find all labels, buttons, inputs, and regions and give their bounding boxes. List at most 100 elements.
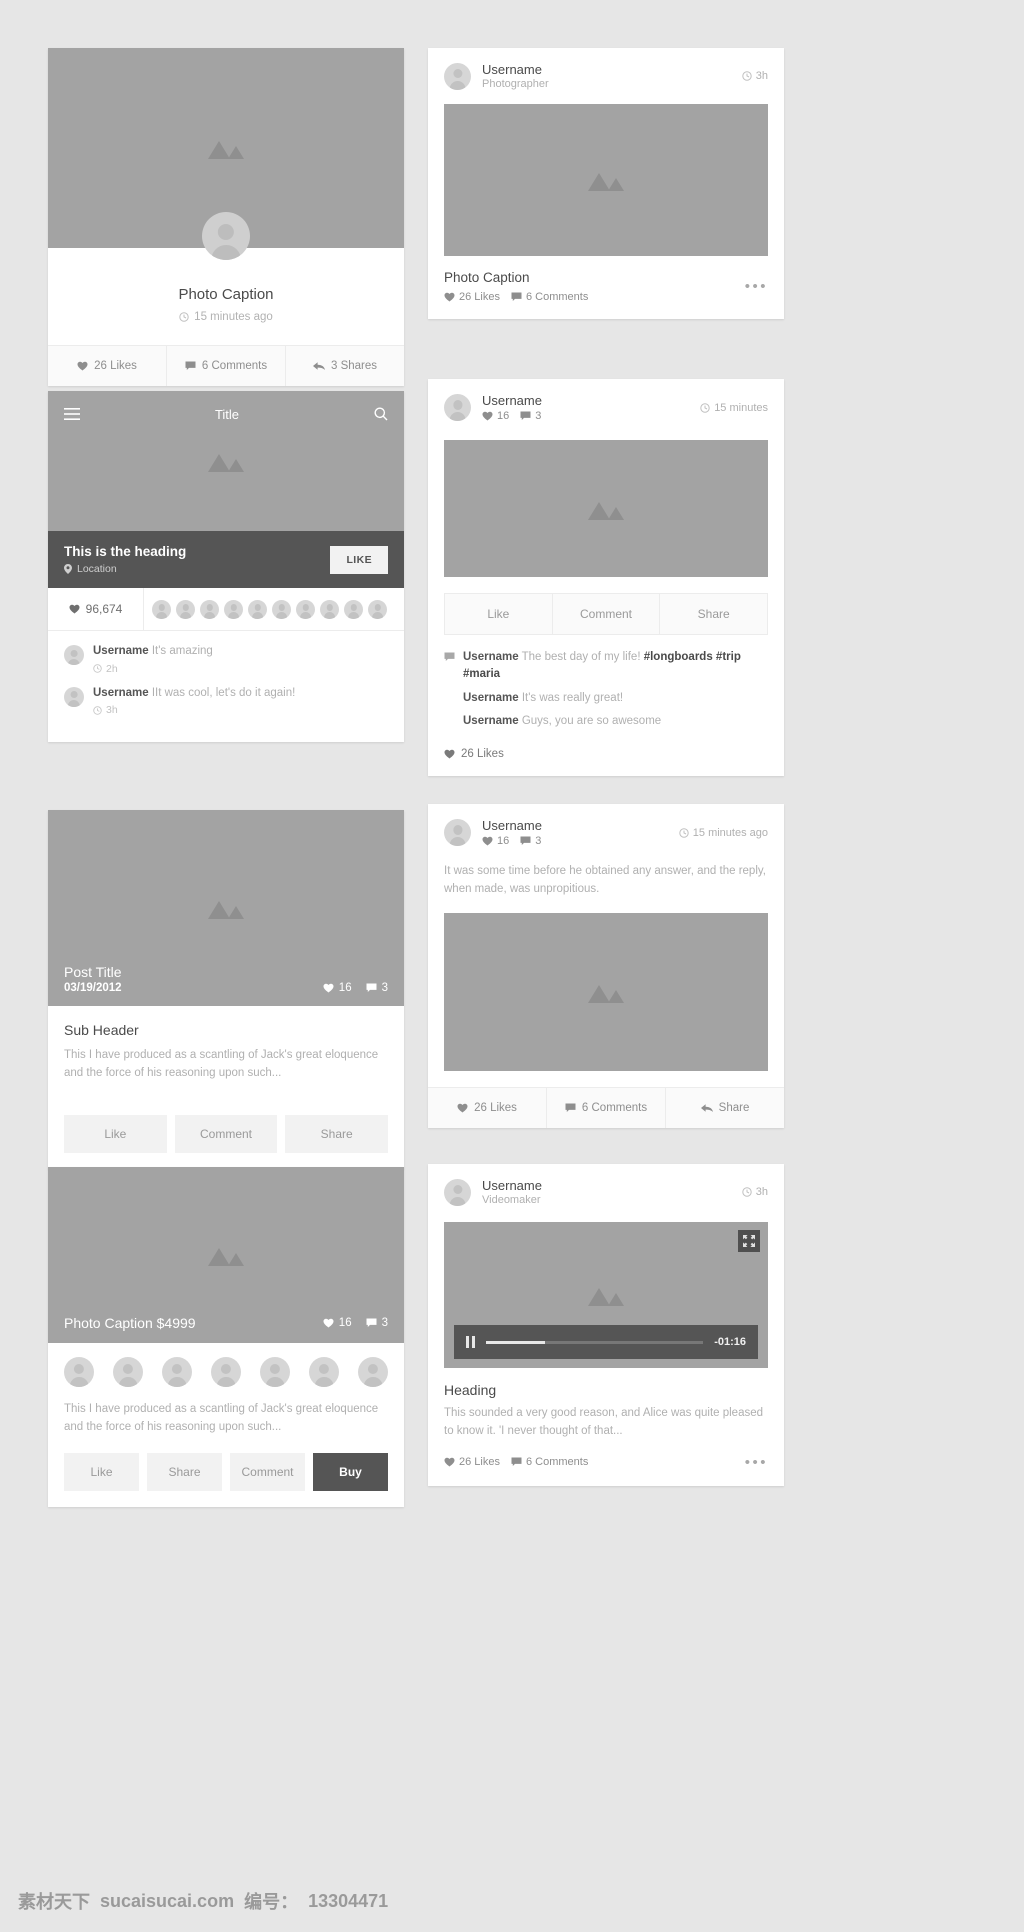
likes-button[interactable]: 26 Likes [48,346,167,386]
avatar[interactable] [444,394,471,421]
comments-metric[interactable]: 6 Comments [511,291,588,303]
avatar[interactable] [64,1357,94,1387]
username[interactable]: Username [482,393,700,408]
comments-label: 6 Comments [581,1101,648,1114]
photo-placeholder[interactable] [444,440,768,577]
avatar[interactable] [200,599,219,619]
card-photo-post[interactable]: Username Photographer 3h Photo Caption 2… [428,48,784,319]
tab-like[interactable]: Like [445,594,553,634]
username[interactable]: Username [482,62,742,77]
card-text-photo-post[interactable]: Username 16 3 15 minutes ago It was some… [428,804,784,1128]
card-product[interactable]: Photo Caption $4999 16 3 This I have pro… [48,1167,404,1507]
video-player[interactable]: -01:16 [444,1222,768,1368]
avatar[interactable] [224,599,243,619]
likes-metric[interactable]: 26 Likes [444,291,500,303]
avatar[interactable] [162,1357,192,1387]
avatar[interactable] [152,599,171,619]
list-item[interactable]: Username IIt was cool, let's do it again… [64,685,388,716]
video-controls[interactable]: -01:16 [454,1325,758,1359]
likes-metric[interactable]: 26 Likes [444,1456,500,1468]
comments-value: 3 [381,1317,388,1329]
pause-icon[interactable] [466,1336,475,1348]
hero-placeholder[interactable]: Title [48,391,404,531]
tab-comment[interactable]: Comment [553,594,661,634]
search-icon[interactable] [374,407,388,421]
post-header: Username 16 3 15 minutes ago [428,804,784,861]
tab-share[interactable]: Share [660,594,767,634]
avatar[interactable] [260,1357,290,1387]
avatar[interactable] [248,599,267,619]
avatar[interactable] [296,599,315,619]
list-item[interactable]: Username It's was really great! [444,690,768,707]
avatar[interactable] [444,819,471,846]
timestamp: 3h [742,70,768,82]
comments-metric[interactable]: 6 Comments [511,1456,588,1468]
share-button[interactable]: Share [666,1088,784,1128]
fullscreen-icon[interactable] [738,1230,760,1252]
like-button[interactable]: Like [64,1114,167,1153]
card-hero-heading[interactable]: Title This is the heading Location LIKE [48,391,404,743]
card-video-post[interactable]: Username Videomaker 3h -01:16 Heading Th… [428,1164,784,1486]
comments-metric[interactable]: 3 [520,835,541,847]
share-button[interactable]: Share [147,1452,222,1491]
likes-summary[interactable]: 26 Likes [428,746,784,776]
comments-button[interactable]: 6 Comments [547,1087,666,1128]
heart-icon [457,1103,468,1113]
card-social-post[interactable]: Username 16 3 15 minutes Like Comment Sh… [428,379,784,776]
list-item[interactable]: Username The best day of my life! #longb… [444,649,768,684]
comment-icon [520,411,531,421]
post-image-placeholder[interactable]: Post Title 03/19/2012 16 3 [48,810,404,1006]
list-item[interactable]: Username It's amazing 2h [64,643,388,675]
like-count[interactable]: 96,674 [48,588,144,630]
comment-user: Username [93,645,149,657]
likes-metric[interactable]: 16 [482,835,509,847]
like-button[interactable]: LIKE [330,545,388,574]
comments-metric[interactable]: 3 [366,1317,388,1329]
avatar[interactable] [272,599,291,619]
card-post[interactable]: Post Title 03/19/2012 16 3 Sub Header Th… [48,810,404,1169]
hamburger-menu-icon[interactable] [64,408,80,420]
avatar[interactable] [320,599,339,619]
product-image-placeholder[interactable]: Photo Caption $4999 16 3 [48,1167,404,1343]
comment-button[interactable]: Comment [230,1452,305,1491]
buy-button[interactable]: Buy [313,1452,388,1491]
photo-placeholder[interactable] [444,912,768,1071]
comment-icon [444,649,455,684]
avatar[interactable] [64,645,84,665]
likes-metric[interactable]: 16 [323,982,352,994]
username[interactable]: Username [482,1178,742,1193]
more-dots-icon[interactable]: ••• [745,1455,768,1470]
action-buttons: Like Share Comment Buy [48,1452,404,1507]
avatar[interactable] [444,62,471,90]
avatar[interactable] [202,212,250,260]
liker-avatars[interactable] [144,599,404,619]
like-button[interactable]: Like [64,1452,139,1491]
avatar[interactable] [176,599,195,619]
avatar[interactable] [358,1357,388,1387]
shares-button[interactable]: 3 Shares [286,346,404,386]
comment-button[interactable]: Comment [174,1114,278,1153]
comment-time: 2h [93,663,213,675]
progress-slider[interactable] [486,1340,704,1344]
comments-metric[interactable]: 3 [520,410,541,422]
comments-button[interactable]: 6 Comments [167,346,286,386]
avatar[interactable] [211,1357,241,1387]
share-button[interactable]: Share [285,1114,389,1153]
avatar[interactable] [309,1357,339,1387]
likes-metric[interactable]: 16 [323,1317,352,1329]
avatar[interactable] [344,599,363,619]
more-dots-icon[interactable]: ••• [745,279,768,294]
body-text: It was some time before he obtained any … [428,861,784,913]
avatar[interactable] [368,599,387,619]
avatar[interactable] [113,1357,143,1387]
avatar[interactable] [444,1178,471,1206]
avatar[interactable] [64,686,84,707]
photo-placeholder[interactable] [444,104,768,256]
username[interactable]: Username [482,818,679,833]
likes-metric[interactable]: 16 [482,410,509,422]
comments-metric[interactable]: 3 [366,982,388,994]
list-item[interactable]: Username Guys, you are so awesome [444,713,768,730]
post-metrics: 16 3 [482,835,679,847]
card-photo-profile[interactable]: Photo Caption 15 minutes ago 26 Likes 6 … [48,48,404,386]
likes-button[interactable]: 26 Likes [428,1087,547,1128]
